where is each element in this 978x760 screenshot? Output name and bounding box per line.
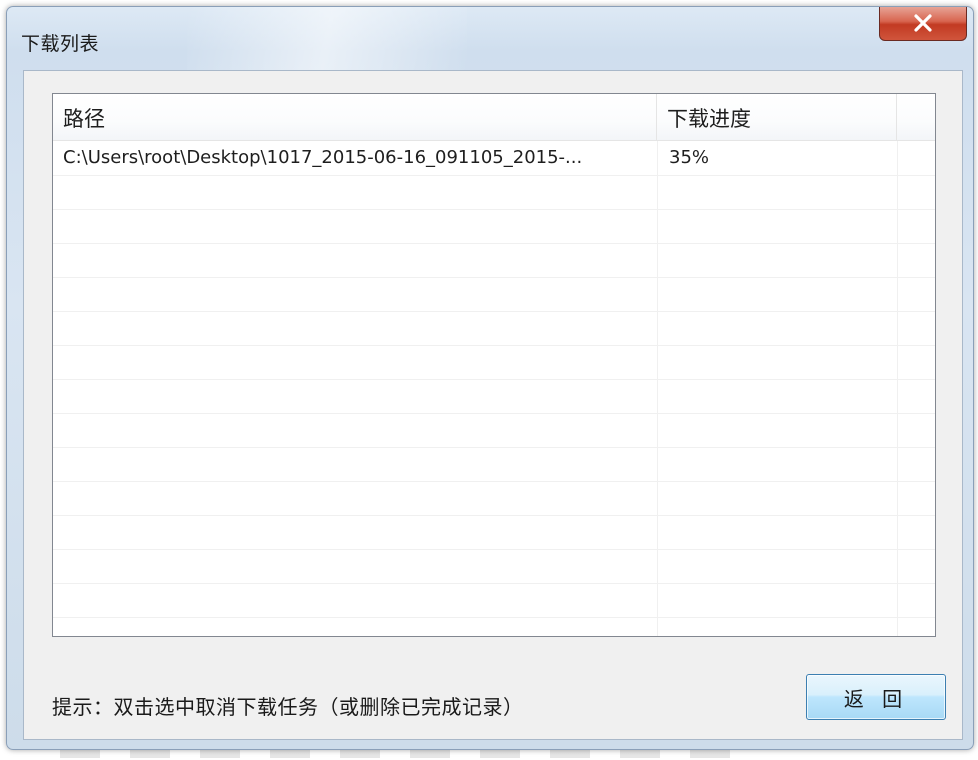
window-title: 下载列表: [21, 33, 100, 55]
empty-row[interactable]: [53, 515, 935, 550]
empty-row[interactable]: [53, 209, 935, 244]
download-list-window: 下载列表 路径 下载进度 C:\Users\root\Desktop\1017_…: [6, 6, 974, 750]
empty-row[interactable]: [53, 549, 935, 584]
empty-row[interactable]: [53, 583, 935, 618]
cell-path: C:\Users\root\Desktop\1017_2015-06-16_09…: [63, 147, 583, 168]
list-header: 路径 下载进度: [53, 94, 935, 141]
empty-row[interactable]: [53, 175, 935, 210]
list-body: C:\Users\root\Desktop\1017_2015-06-16_09…: [53, 141, 935, 636]
empty-row[interactable]: [53, 311, 935, 346]
hint-text: 提示：双击选中取消下载任务（或删除已完成记录）: [52, 695, 524, 719]
column-header-path[interactable]: 路径: [53, 94, 657, 140]
empty-row[interactable]: [53, 413, 935, 448]
empty-row[interactable]: [53, 447, 935, 482]
column-header-filler: [897, 94, 935, 140]
empty-row[interactable]: [53, 379, 935, 414]
cell-progress: 35%: [669, 147, 710, 168]
empty-row[interactable]: [53, 345, 935, 380]
table-row[interactable]: C:\Users\root\Desktop\1017_2015-06-16_09…: [53, 141, 935, 176]
empty-row[interactable]: [53, 243, 935, 278]
dialog-client-area: 路径 下载进度 C:\Users\root\Desktop\1017_2015-…: [23, 70, 963, 740]
empty-row[interactable]: [53, 277, 935, 312]
close-button[interactable]: [879, 7, 967, 41]
close-x-icon: [913, 14, 933, 32]
column-header-progress[interactable]: 下载进度: [657, 94, 897, 140]
download-list-view[interactable]: 路径 下载进度 C:\Users\root\Desktop\1017_2015-…: [52, 93, 936, 637]
title-bar[interactable]: 下载列表: [7, 7, 973, 65]
empty-row[interactable]: [53, 481, 935, 516]
back-button[interactable]: 返 回: [806, 674, 946, 720]
